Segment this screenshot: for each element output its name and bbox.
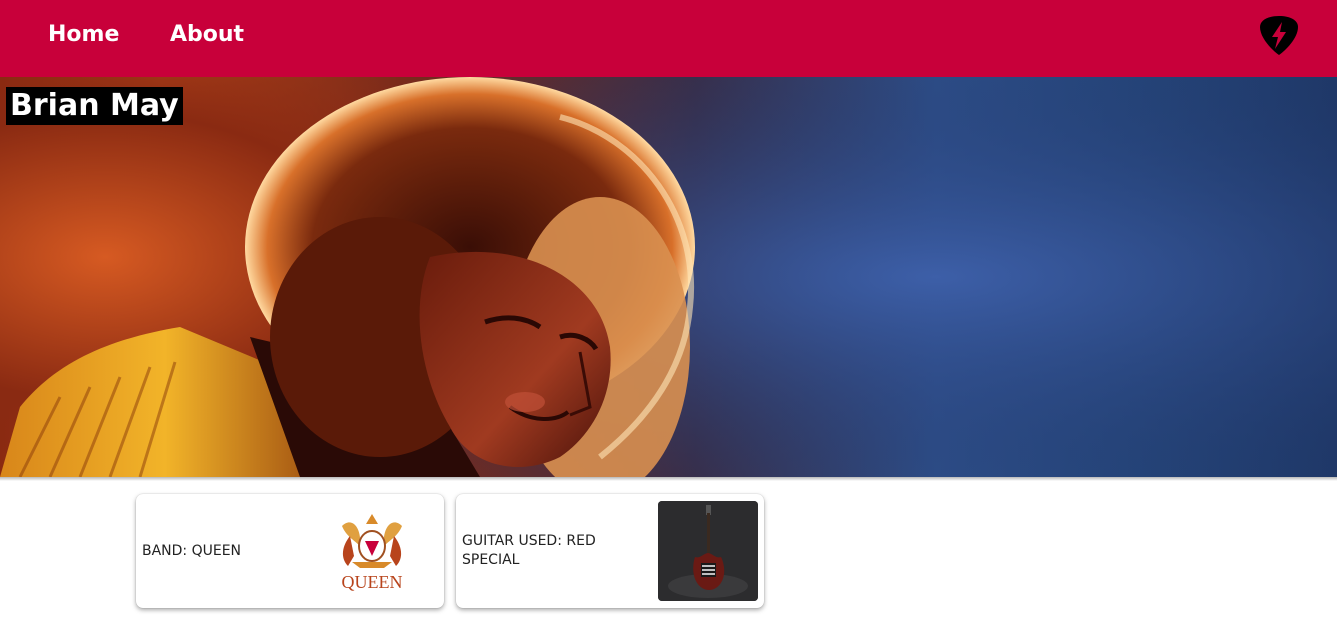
page-title: Brian May xyxy=(6,87,183,125)
hero-divider xyxy=(0,477,1337,481)
hero-banner: Brian May xyxy=(0,77,1337,477)
nav-about-link[interactable]: About xyxy=(170,20,244,50)
guitar-photo xyxy=(658,501,758,601)
guitar-pick-icon[interactable] xyxy=(1259,14,1299,56)
band-label: BAND: QUEEN xyxy=(142,542,242,559)
guitar-card[interactable]: GUITAR USED: RED SPECIAL xyxy=(456,494,764,608)
queen-logo-icon: QUEEN xyxy=(342,514,403,592)
red-special-guitar-icon xyxy=(658,501,758,601)
guitar-label: GUITAR USED: RED SPECIAL xyxy=(462,533,596,568)
svg-text:QUEEN: QUEEN xyxy=(342,572,403,592)
band-card[interactable]: BAND: QUEEN QUEEN xyxy=(136,494,444,608)
artist-photo xyxy=(0,77,1337,477)
navbar: Home About xyxy=(0,0,1337,77)
nav-home-link[interactable]: Home xyxy=(48,20,119,50)
